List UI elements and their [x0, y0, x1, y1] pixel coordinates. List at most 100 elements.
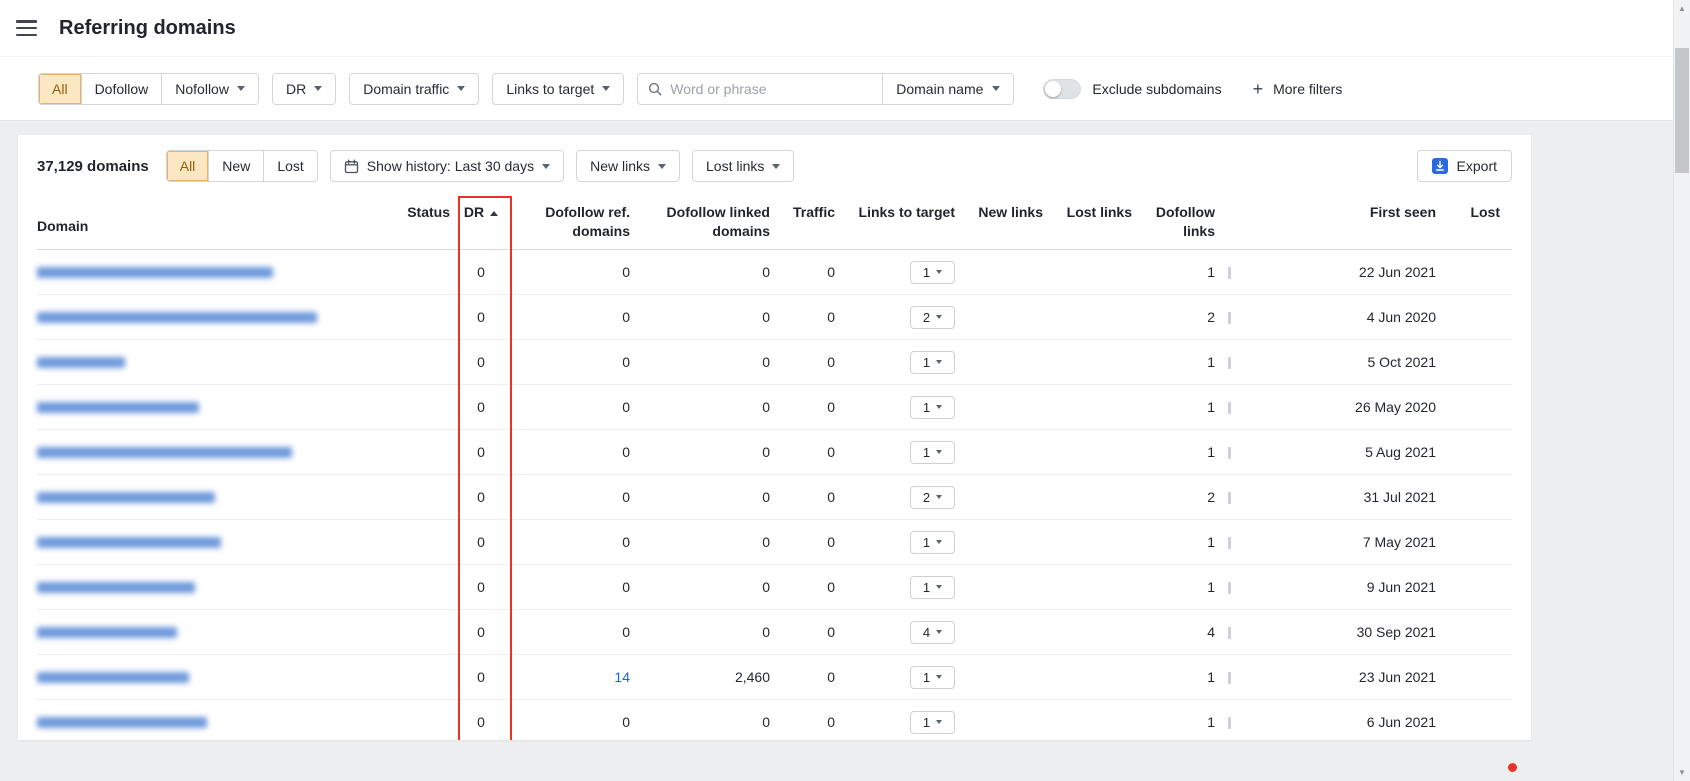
domain-link[interactable]	[37, 717, 207, 728]
new-links-dropdown[interactable]: New links	[576, 150, 680, 182]
filter-all-button[interactable]: All	[39, 74, 81, 104]
spark-cell	[1215, 309, 1247, 325]
page-scrollbar[interactable]: ▲ ▼	[1673, 0, 1690, 781]
links-to-target-value: 1	[923, 535, 930, 550]
col-header-status[interactable]: Status	[405, 196, 450, 249]
col-header-lost-links[interactable]: Lost links	[1043, 196, 1132, 249]
chevron-down-icon	[936, 675, 942, 679]
export-button[interactable]: Export	[1417, 150, 1512, 182]
toolbar-new-button[interactable]: New	[208, 151, 263, 181]
dr-value: 0	[477, 489, 485, 505]
domain-link[interactable]	[37, 582, 195, 593]
domain-traffic-dropdown[interactable]: Domain traffic	[349, 73, 479, 105]
toggle-knob	[1045, 81, 1061, 97]
dofollow-linked-cell: 0	[630, 714, 770, 730]
scrollbar-thumb[interactable]	[1675, 48, 1689, 173]
dofollow-ref-cell: 14	[512, 669, 630, 685]
dofollow-ref-value: 0	[622, 534, 630, 550]
dofollow-ref-value[interactable]: 14	[614, 669, 630, 685]
links-to-target-value: 1	[923, 580, 930, 595]
first-seen-value: 6 Jun 2021	[1367, 714, 1436, 730]
links-to-target-dropdown[interactable]: 1	[910, 261, 955, 284]
links-to-target-dropdown[interactable]: 4	[910, 621, 955, 644]
page-title: Referring domains	[59, 17, 236, 40]
dr-cell: 0	[450, 399, 512, 415]
dofollow-links-cell: 1	[1132, 444, 1215, 460]
dr-filter-dropdown[interactable]: DR	[272, 73, 336, 105]
links-to-target-dropdown[interactable]: 1	[910, 711, 955, 734]
links-to-target-dropdown[interactable]: 1	[910, 666, 955, 689]
col-header-first-seen[interactable]: First seen	[1247, 196, 1436, 249]
domain-traffic-label: Domain traffic	[363, 81, 449, 97]
chevron-down-icon	[936, 315, 942, 319]
domain-link[interactable]	[37, 357, 125, 368]
dofollow-links-value: 1	[1207, 579, 1215, 595]
col-header-traffic[interactable]: Traffic	[770, 196, 835, 249]
dofollow-linked-value: 0	[762, 264, 770, 280]
traffic-value: 0	[827, 264, 835, 280]
col-header-dofollow-linked-domains[interactable]: Dofollow linked domains	[630, 196, 770, 249]
dr-cell: 0	[450, 624, 512, 640]
first-seen-value: 22 Jun 2021	[1359, 264, 1436, 280]
col-header-dofollow-links[interactable]: Dofollow links	[1132, 196, 1215, 249]
domain-link[interactable]	[37, 672, 189, 683]
links-to-target-cell: 1	[835, 711, 955, 734]
links-to-target-dropdown[interactable]: 1	[910, 576, 955, 599]
links-to-target-dropdown[interactable]: 1	[910, 531, 955, 554]
domain-link[interactable]	[37, 312, 317, 323]
domain-link[interactable]	[37, 537, 221, 548]
show-history-dropdown[interactable]: Show history: Last 30 days	[330, 150, 564, 182]
first-seen-cell: 23 Jun 2021	[1247, 669, 1436, 685]
links-to-target-filter-label: Links to target	[506, 81, 594, 97]
links-to-target-dropdown[interactable]: 1	[910, 351, 955, 374]
search-combo: Domain name	[637, 73, 1014, 105]
toolbar-all-button[interactable]: All	[167, 151, 209, 181]
col-header-domain[interactable]: Domain	[37, 196, 405, 249]
dr-cell: 0	[450, 264, 512, 280]
chevron-down-icon	[936, 405, 942, 409]
col-header-dr[interactable]: DR	[450, 196, 512, 249]
domain-cell	[37, 267, 405, 278]
table-row: 0 0 0 0 4 4 30 Sep 2021	[37, 610, 1512, 655]
scrollbar-down-arrow[interactable]: ▼	[1674, 764, 1690, 781]
dr-value: 0	[477, 624, 485, 640]
spark-cell	[1215, 534, 1247, 550]
dofollow-ref-value: 0	[622, 354, 630, 370]
domain-link[interactable]	[37, 627, 177, 638]
col-header-links-to-target[interactable]: Links to target	[835, 196, 955, 249]
menu-icon[interactable]	[16, 20, 37, 36]
more-filters-button[interactable]: +More filters	[1253, 80, 1343, 98]
links-to-target-dropdown[interactable]: 2	[910, 486, 955, 509]
col-header-dofollow-ref-domains[interactable]: Dofollow ref. domains	[512, 196, 630, 249]
dofollow-links-cell: 2	[1132, 489, 1215, 505]
domain-link[interactable]	[37, 267, 273, 278]
exclude-subdomains-toggle[interactable]	[1043, 79, 1081, 99]
links-to-target-dropdown[interactable]: 1	[910, 441, 955, 464]
links-to-target-value: 2	[923, 310, 930, 325]
col-header-new-links[interactable]: New links	[955, 196, 1043, 249]
dofollow-links-value: 1	[1207, 399, 1215, 415]
scrollbar-up-arrow[interactable]: ▲	[1674, 0, 1690, 17]
table-row: 0 0 0 0 1 1 6 Jun 2021	[37, 700, 1512, 740]
links-to-target-filter-dropdown[interactable]: Links to target	[492, 73, 624, 105]
dr-cell: 0	[450, 354, 512, 370]
toolbar-lost-button[interactable]: Lost	[263, 151, 316, 181]
links-to-target-cell: 2	[835, 486, 955, 509]
table-row: 0 14 2,460 0 1 1 23 Jun 2021	[37, 655, 1512, 700]
chevron-down-icon	[936, 585, 942, 589]
red-marker-dot	[1508, 763, 1517, 772]
lost-links-dropdown[interactable]: Lost links	[692, 150, 794, 182]
col-header-lost[interactable]: Lost	[1436, 196, 1512, 249]
domain-link[interactable]	[37, 447, 292, 458]
domain-link[interactable]	[37, 492, 215, 503]
dofollow-ref-cell: 0	[512, 714, 630, 730]
filter-nofollow-dropdown[interactable]: Nofollow	[161, 74, 258, 104]
history-spark-icon	[1228, 672, 1231, 684]
traffic-value: 0	[827, 534, 835, 550]
domain-link[interactable]	[37, 402, 199, 413]
links-to-target-dropdown[interactable]: 1	[910, 396, 955, 419]
search-input[interactable]	[670, 74, 882, 104]
search-field-dropdown[interactable]: Domain name	[882, 74, 1013, 104]
filter-dofollow-button[interactable]: Dofollow	[81, 74, 162, 104]
links-to-target-dropdown[interactable]: 2	[910, 306, 955, 329]
